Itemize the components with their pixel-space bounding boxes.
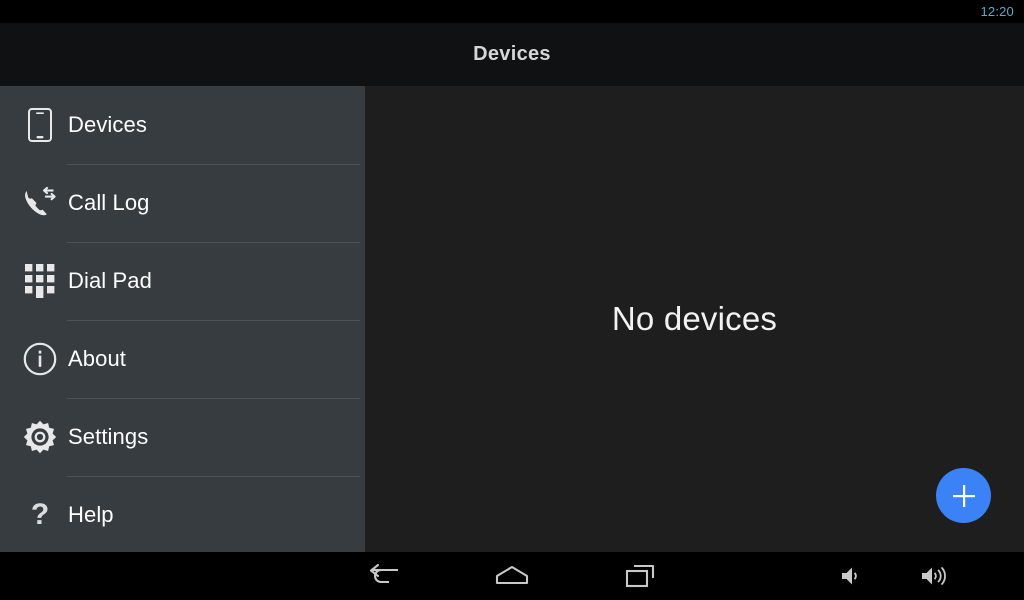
home-icon (494, 564, 530, 588)
add-device-fab[interactable] (936, 468, 991, 523)
sidebar-item-devices[interactable]: Devices (0, 86, 365, 164)
navigation-drawer: Devices Call Log Dial Pad About Settings… (0, 86, 365, 552)
volume-up-button[interactable] (894, 552, 974, 600)
empty-state: No devices (365, 86, 1024, 552)
sidebar-item-label: Settings (68, 424, 149, 449)
sidebar-item-about[interactable]: About (0, 320, 365, 398)
sidebar-item-label: Help (68, 502, 114, 527)
empty-state-message: No devices (611, 300, 778, 337)
dialpad-icon (14, 264, 66, 298)
status-bar-clock: 12:20 (980, 4, 1014, 19)
question-mark-icon: ? (30, 498, 50, 531)
sidebar-item-help[interactable]: ? Help (0, 476, 365, 552)
sidebar-item-label: Dial Pad (68, 268, 152, 293)
home-button[interactable] (472, 552, 552, 600)
gear-icon (14, 420, 66, 454)
sidebar-item-label: Call Log (68, 190, 150, 215)
back-button[interactable] (344, 552, 424, 600)
system-navigation-bar (0, 552, 1024, 600)
volume-down-icon (839, 564, 865, 588)
sidebar-item-call-log[interactable]: Call Log (0, 164, 365, 242)
recent-apps-button[interactable] (600, 552, 680, 600)
volume-up-icon (919, 564, 949, 588)
call-swap-icon (14, 187, 66, 219)
volume-down-button[interactable] (812, 552, 892, 600)
back-icon (367, 564, 401, 588)
system-status-bar: 12:20 (0, 0, 1024, 23)
sidebar-item-dial-pad[interactable]: Dial Pad (0, 242, 365, 320)
app-action-bar: Devices (0, 23, 1024, 86)
smartphone-icon (14, 108, 66, 142)
sidebar-item-label: Devices (68, 112, 147, 137)
sidebar-item-settings[interactable]: Settings (0, 398, 365, 476)
sidebar-item-label: About (68, 346, 126, 371)
devices-main-panel: No devices (365, 86, 1024, 552)
content-region: No devices Devices Call Log Dial Pad Abo… (0, 86, 1024, 552)
plus-icon (949, 481, 979, 511)
info-circle-icon (14, 342, 66, 376)
recents-icon (624, 563, 656, 589)
android-tablet-screen: 12:20 Devices No devices Devices Call Lo… (0, 0, 1024, 600)
page-title: Devices (473, 43, 551, 65)
